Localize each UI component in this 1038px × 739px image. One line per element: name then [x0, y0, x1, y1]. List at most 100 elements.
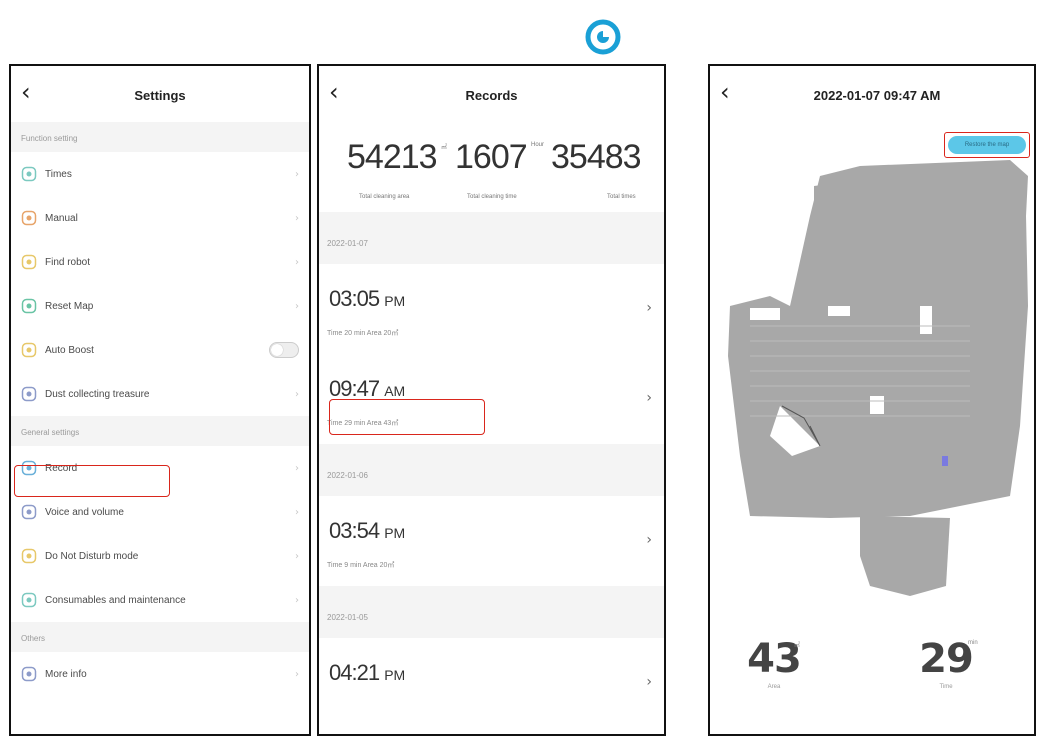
- stat-unit-area: ㎡: [441, 145, 448, 151]
- charging-dock-icon: [942, 456, 948, 466]
- record-ampm: PM: [384, 667, 406, 683]
- record-date-header: 2022-01-06: [319, 444, 664, 496]
- settings-item-label: Voice and volume: [45, 506, 124, 518]
- record-highlight-box: [14, 465, 170, 497]
- info-icon: [21, 666, 37, 682]
- settings-screen: ‹ Settings Function setting Times › Manual…: [9, 64, 311, 736]
- record-time-value: 04:21: [329, 660, 380, 685]
- record-item[interactable]: 03:05 PM Time 20 min Area 20㎡ ›: [319, 264, 664, 354]
- record-time: 03:54 PM: [329, 518, 405, 544]
- settings-item-reset-map[interactable]: Reset Map ›: [11, 284, 309, 328]
- chevron-right-icon: ›: [295, 462, 299, 474]
- chevron-right-icon: ›: [295, 550, 299, 562]
- settings-item-label: Dust collecting treasure: [45, 388, 150, 400]
- chevron-right-icon: ›: [295, 256, 299, 268]
- chevron-right-icon: ›: [295, 506, 299, 518]
- settings-item-label: Consumables and maintenance: [45, 594, 186, 606]
- record-time-value: 03:05: [329, 286, 380, 311]
- locate-icon: [21, 254, 37, 270]
- records-header: ‹ Records: [319, 66, 664, 122]
- settings-item-label: Reset Map: [45, 300, 94, 312]
- stat-label-time: Total cleaning time: [467, 194, 517, 200]
- chevron-right-icon: ›: [295, 388, 299, 400]
- clock-icon: [21, 166, 37, 182]
- settings-item-label: Find robot: [45, 256, 91, 268]
- record-summary: Time 9 min Area 20㎡: [327, 562, 395, 569]
- chevron-right-icon: ›: [295, 300, 299, 312]
- time-label: Time: [939, 684, 953, 690]
- restore-map-button-highlight: Restore the map: [944, 132, 1030, 158]
- record-ampm: PM: [384, 525, 406, 541]
- record-ampm: AM: [384, 383, 406, 399]
- record-item[interactable]: 03:54 PM Time 9 min Area 20㎡ ›: [319, 496, 664, 586]
- chevron-right-icon: ›: [646, 300, 652, 316]
- dustbin-icon: [21, 386, 37, 402]
- stat-value-times: 35483: [551, 138, 642, 176]
- area-unit: ㎡: [794, 643, 801, 649]
- area-metric: 43 ㎡ Area: [734, 636, 814, 690]
- page-title: Records: [465, 88, 518, 103]
- settings-item-label: Auto Boost: [45, 344, 94, 356]
- detail-header: ‹ 2022-01-07 09:47 AM: [710, 66, 1034, 122]
- chevron-right-icon: ›: [295, 594, 299, 606]
- screenshot: ‹ Settings Function setting Times › Manual…: [0, 0, 1038, 739]
- record-detail-screen: ‹ 2022-01-07 09:47 AM Restore the map 43…: [708, 64, 1036, 736]
- settings-item-label: Do Not Disturb mode: [45, 550, 139, 562]
- settings-list-others: More info ›: [11, 652, 309, 696]
- records-stats: 54213 ㎡ Total cleaning area 1607 Hour To…: [319, 122, 664, 212]
- record-time: 04:21 PM: [329, 660, 405, 686]
- app-logo-icon: [585, 19, 621, 55]
- page-title: Settings: [134, 88, 186, 103]
- settings-item-times[interactable]: Times ›: [11, 152, 309, 196]
- map-area: [728, 160, 1028, 596]
- record-item[interactable]: 04:21 PM ›: [319, 638, 664, 728]
- stat-unit-time: Hour: [531, 142, 545, 148]
- record-date-header: 2022-01-07: [319, 212, 664, 264]
- time-value: 29: [919, 636, 974, 682]
- selected-record-highlight-box: [329, 399, 485, 435]
- chevron-right-icon: ›: [295, 212, 299, 224]
- auto-boost-toggle[interactable]: [269, 342, 299, 358]
- moon-icon: [21, 548, 37, 564]
- refresh-icon: [21, 298, 37, 314]
- time-metric: 29 min Time: [906, 636, 986, 690]
- toggle-knob: [271, 344, 283, 356]
- settings-item-find-robot[interactable]: Find robot ›: [11, 240, 309, 284]
- stat-value-area: 54213: [347, 138, 438, 176]
- settings-item-manual[interactable]: Manual ›: [11, 196, 309, 240]
- area-label: Area: [767, 684, 781, 690]
- record-time: 03:05 PM: [329, 286, 405, 312]
- area-value: 43: [747, 636, 802, 682]
- restore-map-button[interactable]: Restore the map: [948, 136, 1026, 154]
- settings-item-dust-collecting-treasure[interactable]: Dust collecting treasure ›: [11, 372, 309, 416]
- chevron-right-icon: ›: [646, 532, 652, 548]
- records-screen: ‹ Records 54213 ㎡ Total cleaning area 16…: [317, 64, 666, 736]
- chevron-right-icon: ›: [295, 668, 299, 680]
- record-date-header: 2022-01-05: [319, 586, 664, 638]
- boost-icon: [21, 342, 37, 358]
- records-list: 2022-01-07 03:05 PM Time 20 min Area 20㎡ › 0…: [319, 212, 664, 728]
- settings-item-consumables-and-maintenance[interactable]: Consumables and maintenance ›: [11, 578, 309, 622]
- chevron-right-icon: ›: [646, 674, 652, 690]
- record-time-value: 09:47: [329, 376, 380, 401]
- record-time-value: 03:54: [329, 518, 380, 543]
- section-label-function: Function setting: [11, 122, 309, 152]
- cleaning-map: [728, 160, 1028, 596]
- chevron-right-icon: ›: [295, 168, 299, 180]
- record-summary: Time 20 min Area 20㎡: [327, 330, 399, 337]
- settings-item-more-info[interactable]: More info ›: [11, 652, 309, 696]
- settings-item-label: Times: [45, 168, 72, 180]
- page-title: 2022-01-07 09:47 AM: [813, 88, 941, 103]
- tool-icon: [21, 592, 37, 608]
- settings-item-label: More info: [45, 668, 87, 680]
- settings-item-do-not-disturb-mode[interactable]: Do Not Disturb mode ›: [11, 534, 309, 578]
- bell-icon: [21, 504, 37, 520]
- settings-item-auto-boost[interactable]: Auto Boost: [11, 328, 309, 372]
- settings-header: ‹ Settings: [11, 66, 309, 122]
- section-label-general: General settings: [11, 416, 309, 446]
- settings-list-function: Times › Manual › Find robot › Reset Map › Auto B…: [11, 152, 309, 416]
- record-ampm: PM: [384, 293, 406, 309]
- stat-label-area: Total cleaning area: [359, 194, 410, 200]
- chevron-right-icon: ›: [646, 390, 652, 406]
- settings-item-label: Manual: [45, 212, 78, 224]
